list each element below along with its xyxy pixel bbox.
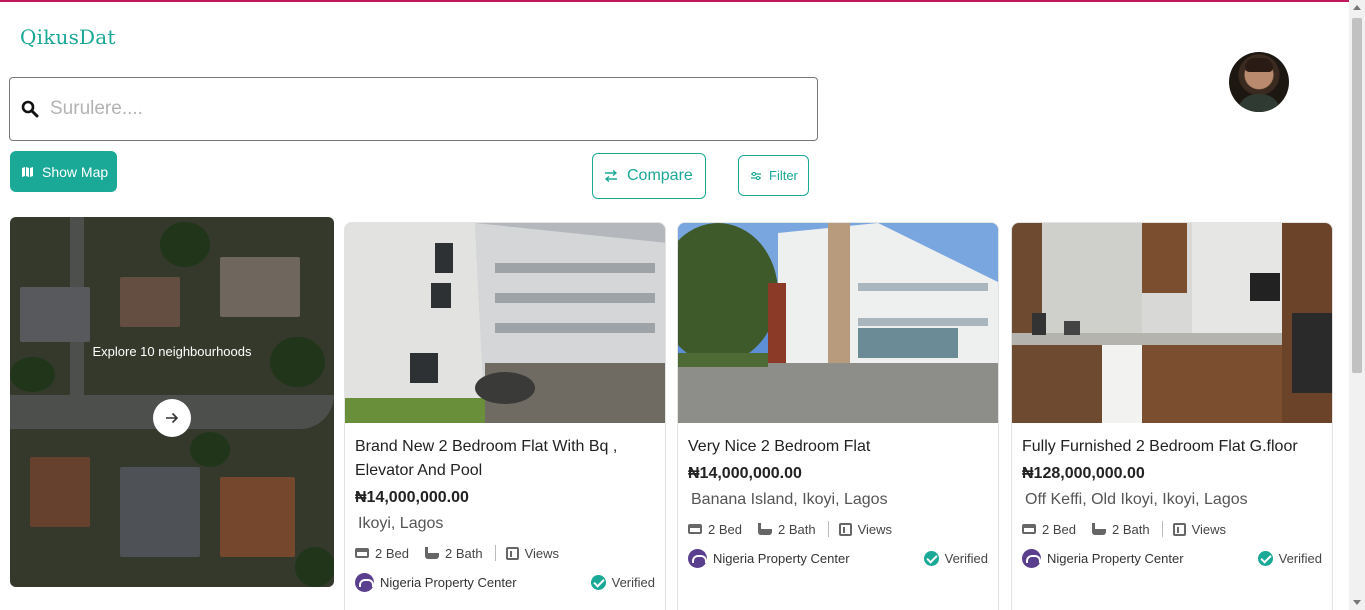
- baths-feature: 2 Bath: [1091, 521, 1150, 537]
- listing-price: ₦128,000,000.00: [1022, 465, 1145, 482]
- agent[interactable]: Nigeria Property Center: [1022, 549, 1184, 568]
- views-icon: [1172, 522, 1186, 536]
- baths-label: 2 Bath: [1111, 521, 1150, 537]
- scrollbar-thumb[interactable]: [1352, 18, 1362, 373]
- filter-button[interactable]: Filter: [738, 155, 809, 196]
- baths-label: 2 Bath: [777, 521, 816, 537]
- verified-label: Verified: [944, 551, 988, 566]
- site-logo[interactable]: QikusDat: [20, 25, 116, 49]
- scroll-up-icon[interactable]: [1353, 5, 1361, 10]
- bath-icon: [424, 547, 439, 559]
- agent[interactable]: Nigeria Property Center: [688, 549, 850, 568]
- bed-icon: [1022, 524, 1036, 534]
- check-icon: [590, 575, 606, 590]
- show-map-label: Show Map: [42, 163, 109, 180]
- listing-title[interactable]: Brand New 2 Bedroom Flat With Bq , Eleva…: [355, 435, 655, 483]
- listing-features: 2 Bed 2 Bath Views: [688, 521, 988, 537]
- explore-caption: Explore 10 neighbourhoods: [92, 344, 252, 359]
- views-icon: [505, 546, 519, 560]
- beds-feature: 2 Bed: [688, 522, 742, 537]
- listing-features: 2 Bed 2 Bath Views: [355, 545, 655, 561]
- avatar-hair: [1245, 58, 1273, 72]
- listing-price: ₦14,000,000.00: [355, 489, 469, 506]
- verified-label: Verified: [611, 575, 655, 590]
- search-box[interactable]: [9, 77, 818, 141]
- agent-logo-icon: [355, 573, 374, 592]
- verified-badge: Verified: [1257, 551, 1322, 566]
- page-scrollbar[interactable]: [1349, 0, 1365, 610]
- listing-location: Banana Island, Ikoyi, Lagos: [691, 491, 888, 508]
- bath-icon: [757, 523, 772, 535]
- views-label: Views: [524, 545, 560, 561]
- baths-feature: 2 Bath: [757, 521, 816, 537]
- views-feature: Views: [838, 521, 893, 537]
- verified-badge: Verified: [923, 551, 988, 566]
- search-input[interactable]: [50, 98, 790, 120]
- divider: [494, 545, 496, 561]
- filter-label: Filter: [769, 168, 798, 183]
- listing-photo[interactable]: [678, 223, 998, 423]
- beds-label: 2 Bed: [708, 521, 742, 537]
- beds-label: 2 Bed: [375, 545, 409, 561]
- listing-title[interactable]: Very Nice 2 Bedroom Flat: [688, 435, 988, 459]
- verified-badge: Verified: [590, 575, 655, 590]
- views-label: Views: [857, 521, 893, 537]
- listing-agent-row: Nigeria Property Center Verified: [1022, 549, 1322, 568]
- views-feature: Views: [1172, 521, 1227, 537]
- beds-label: 2 Bed: [1042, 521, 1076, 537]
- check-icon: [1257, 551, 1273, 566]
- compare-label: Compare: [627, 167, 693, 184]
- agent-logo-icon: [688, 549, 707, 568]
- top-accent-line: [0, 0, 1365, 2]
- search-icon[interactable]: [21, 100, 39, 118]
- listing-title[interactable]: Fully Furnished 2 Bedroom Flat G.floor: [1022, 435, 1322, 459]
- bath-icon: [1091, 523, 1106, 535]
- listing-card[interactable]: Very Nice 2 Bedroom Flat ₦14,000,000.00 …: [677, 222, 999, 610]
- listing-photo[interactable]: [1012, 223, 1332, 423]
- explore-arrow-button[interactable]: [153, 399, 191, 437]
- filter-icon: [751, 171, 761, 180]
- show-map-button[interactable]: Show Map: [10, 151, 117, 192]
- user-avatar[interactable]: [1229, 52, 1289, 112]
- scroll-down-icon[interactable]: [1353, 600, 1361, 605]
- agent[interactable]: Nigeria Property Center: [355, 573, 517, 592]
- verified-label: Verified: [1278, 551, 1322, 566]
- arrow-right-icon: [166, 412, 179, 424]
- compare-button[interactable]: Compare: [592, 153, 706, 199]
- listing-photo[interactable]: [345, 223, 665, 423]
- avatar-shoulders: [1237, 94, 1281, 112]
- bed-icon: [688, 524, 702, 534]
- agent-name: Nigeria Property Center: [713, 551, 850, 566]
- divider: [827, 521, 829, 537]
- swap-icon: [604, 170, 618, 182]
- agent-name: Nigeria Property Center: [1047, 551, 1184, 566]
- listing-location: Off Keffi, Old Ikoyi, Ikoyi, Lagos: [1025, 491, 1248, 508]
- agent-logo-icon: [1022, 549, 1041, 568]
- agent-name: Nigeria Property Center: [380, 575, 517, 590]
- explore-neighbourhoods-card[interactable]: Explore 10 neighbourhoods: [10, 217, 334, 587]
- beds-feature: 2 Bed: [355, 546, 409, 561]
- views-label: Views: [1191, 521, 1227, 537]
- bed-icon: [355, 548, 369, 558]
- baths-feature: 2 Bath: [424, 545, 483, 561]
- listing-features: 2 Bed 2 Bath Views: [1022, 521, 1322, 537]
- beds-feature: 2 Bed: [1022, 522, 1076, 537]
- check-icon: [923, 551, 939, 566]
- listing-price: ₦14,000,000.00: [688, 465, 802, 482]
- views-icon: [838, 522, 852, 536]
- listing-card[interactable]: Brand New 2 Bedroom Flat With Bq , Eleva…: [344, 222, 666, 610]
- baths-label: 2 Bath: [444, 545, 483, 561]
- views-feature: Views: [505, 545, 560, 561]
- map-icon: [22, 166, 33, 177]
- divider: [1161, 521, 1163, 537]
- listing-location: Ikoyi, Lagos: [358, 515, 444, 532]
- listing-card[interactable]: Fully Furnished 2 Bedroom Flat G.floor ₦…: [1011, 222, 1333, 610]
- listing-agent-row: Nigeria Property Center Verified: [688, 549, 988, 568]
- listing-agent-row: Nigeria Property Center Verified: [355, 573, 655, 592]
